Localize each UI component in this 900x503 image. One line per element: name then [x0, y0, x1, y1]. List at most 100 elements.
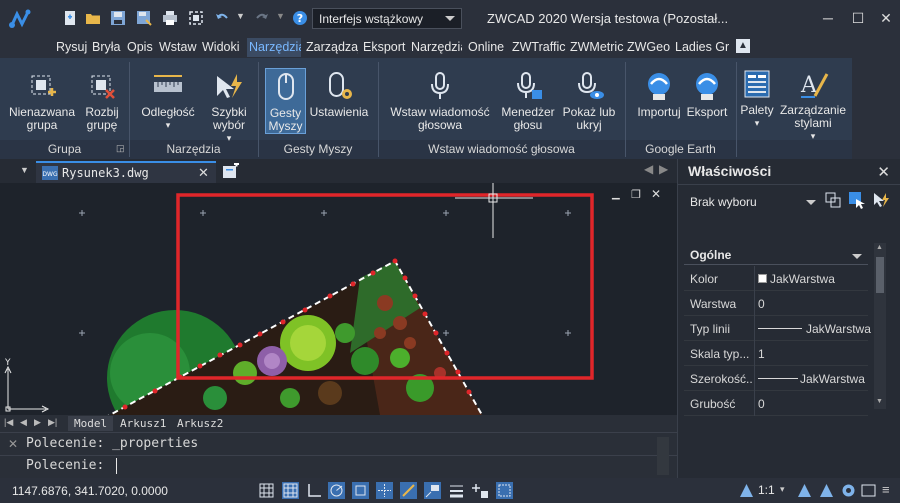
redo-icon[interactable]: [254, 10, 270, 26]
ribbon-collapse-icon[interactable]: ▲: [736, 39, 750, 53]
import-button[interactable]: Importuj: [632, 70, 686, 119]
property-row-thickness[interactable]: Grubość 0: [684, 391, 868, 416]
properties-close-icon[interactable]: ✕: [877, 163, 890, 181]
zoom-extents-icon[interactable]: [188, 10, 204, 26]
menu-item-opis[interactable]: Opis: [127, 40, 153, 54]
print-icon[interactable]: [162, 10, 178, 26]
layout-tab-arkusz2[interactable]: Arkusz2: [171, 416, 229, 431]
menu-item-narzedzia-active[interactable]: Narzędzia: [247, 38, 301, 57]
layout-tab-arkusz1[interactable]: Arkusz1: [114, 416, 172, 431]
style-manager-dropdown-icon[interactable]: ▾: [778, 130, 848, 143]
menu-item-rysuj[interactable]: Rysuj: [56, 40, 87, 54]
tab-list-dropdown-icon[interactable]: ▼: [20, 165, 29, 175]
menu-item-bryla[interactable]: Bryła: [92, 40, 120, 54]
last-layout-icon[interactable]: ▶|: [48, 417, 57, 428]
property-row-linetype-scale[interactable]: Skala typ... 1: [684, 341, 868, 366]
menu-item-widoki[interactable]: Widoki: [202, 40, 240, 54]
polar-icon[interactable]: [328, 482, 345, 499]
dynamic-input-icon[interactable]: [424, 482, 441, 499]
property-row-layer[interactable]: Warstwa 0: [684, 291, 868, 316]
toggle-pickadd-icon[interactable]: [824, 191, 842, 209]
quick-select-button[interactable]: Szybki wybór ▾: [203, 70, 255, 145]
workspace-select[interactable]: Interfejs wstążkowy: [312, 8, 462, 29]
document-tab[interactable]: DWG Rysunek3.dwg ✕: [36, 161, 216, 183]
annotation-visibility-icon[interactable]: [796, 482, 813, 499]
menu-item-online[interactable]: Online: [468, 40, 504, 54]
object-tracking-icon[interactable]: [376, 482, 393, 499]
palettes-button[interactable]: Palety ▾: [738, 68, 776, 130]
explode-group-button[interactable]: Rozbij grupę: [80, 70, 124, 132]
open-folder-icon[interactable]: [85, 10, 101, 26]
undo-dropdown-icon[interactable]: ▼: [236, 11, 245, 21]
properties-scrollbar[interactable]: ▲ ▼: [874, 243, 886, 409]
drawing-canvas[interactable]: Y ▁ ❐ ✕: [0, 183, 677, 415]
close-icon[interactable]: ✕: [878, 10, 894, 26]
scale-dropdown-icon[interactable]: ▾: [780, 484, 785, 495]
select-objects-icon[interactable]: [848, 191, 866, 209]
selection-cycling-icon[interactable]: [496, 482, 513, 499]
new-file-icon[interactable]: [62, 10, 78, 26]
save-icon[interactable]: [110, 10, 126, 26]
menu-item-zwmetric[interactable]: ZWMetric: [570, 40, 623, 54]
viewport-minimize-icon[interactable]: ▁: [612, 189, 620, 200]
auto-scale-icon[interactable]: [818, 482, 835, 499]
scroll-up-icon[interactable]: ▲: [876, 244, 883, 251]
transparency-icon[interactable]: [472, 482, 489, 499]
ortho-icon[interactable]: [306, 482, 323, 499]
menu-item-zwgeo[interactable]: ZWGeo: [627, 40, 670, 54]
scrollbar-thumb[interactable]: [876, 257, 884, 293]
next-layout-icon[interactable]: ▶: [34, 417, 41, 428]
property-row-color[interactable]: Kolor JakWarstwa: [684, 266, 868, 291]
annotation-scale-icon[interactable]: [738, 482, 755, 499]
object-snap-icon[interactable]: [352, 482, 369, 499]
export-button[interactable]: Eksport: [684, 70, 730, 119]
property-row-linetype[interactable]: Typ linii JakWarstwa: [684, 316, 871, 341]
menu-item-narzedzia-2[interactable]: Narzędzia: [411, 40, 462, 54]
style-manager-button[interactable]: A Zarządzanie stylami ▾: [778, 68, 848, 143]
command-input[interactable]: Polecenie:: [20, 457, 670, 477]
workspace-settings-icon[interactable]: [840, 482, 857, 499]
status-menu-icon[interactable]: ≡: [882, 482, 890, 497]
voice-manager-button[interactable]: Menedżer głosu: [497, 70, 559, 132]
fullscreen-icon[interactable]: [860, 482, 877, 499]
snap-icon[interactable]: [282, 482, 299, 499]
grid-icon[interactable]: [258, 482, 275, 499]
app-logo-icon[interactable]: [6, 6, 32, 32]
selection-dropdown[interactable]: Brak wyboru: [686, 191, 820, 213]
unnamed-group-button[interactable]: Nienazwana grupa: [6, 70, 78, 132]
section-header-general[interactable]: Ogólne: [684, 245, 868, 265]
show-hide-button[interactable]: Pokaż lub ukryj: [560, 70, 618, 132]
scroll-down-icon[interactable]: ▼: [876, 398, 883, 405]
save-as-icon[interactable]: [136, 10, 152, 26]
command-close-icon[interactable]: ✕: [8, 437, 18, 451]
insert-voice-message-button[interactable]: Wstaw wiadomość głosowa: [384, 70, 496, 132]
tab-scroll-right-icon[interactable]: ▶: [659, 162, 668, 176]
new-tab-icon[interactable]: [222, 163, 240, 179]
lineweight-icon[interactable]: [448, 482, 465, 499]
panel-launcher-icon[interactable]: ◲: [116, 143, 125, 154]
menu-item-ladies-gr[interactable]: Ladies Gr: [675, 40, 729, 54]
prev-layout-icon[interactable]: ◀: [20, 417, 27, 428]
menu-item-eksport[interactable]: Eksport: [363, 40, 405, 54]
first-layout-icon[interactable]: |◀: [4, 417, 13, 428]
maximize-icon[interactable]: ☐: [850, 10, 866, 26]
viewport-restore-icon[interactable]: ❐: [631, 188, 641, 201]
settings-button[interactable]: Ustawienia: [308, 70, 370, 119]
palettes-dropdown-icon[interactable]: ▾: [738, 117, 776, 130]
close-tab-icon[interactable]: ✕: [198, 165, 209, 181]
menu-item-zarzadzaj[interactable]: Zarządzaj: [306, 40, 358, 54]
dynamic-ucs-icon[interactable]: [400, 482, 417, 499]
command-scrollbar[interactable]: [657, 437, 669, 475]
distance-button[interactable]: Odległość ▾: [137, 70, 199, 132]
help-icon[interactable]: ?: [292, 10, 308, 26]
viewport-close-icon[interactable]: ✕: [651, 187, 661, 201]
mouse-gestures-button[interactable]: Gesty Myszy: [265, 68, 306, 134]
redo-dropdown-icon[interactable]: ▼: [276, 11, 285, 21]
tab-scroll-left-icon[interactable]: ◀: [644, 162, 653, 176]
minimize-icon[interactable]: ─: [820, 10, 836, 26]
annotation-scale-value[interactable]: 1:1: [758, 483, 775, 497]
property-row-lineweight[interactable]: Szerokość... JakWarstwa: [684, 366, 868, 391]
layout-tab-model[interactable]: Model: [68, 416, 114, 431]
menu-item-wstaw[interactable]: Wstaw: [159, 40, 197, 54]
quick-select-icon[interactable]: [872, 191, 890, 209]
